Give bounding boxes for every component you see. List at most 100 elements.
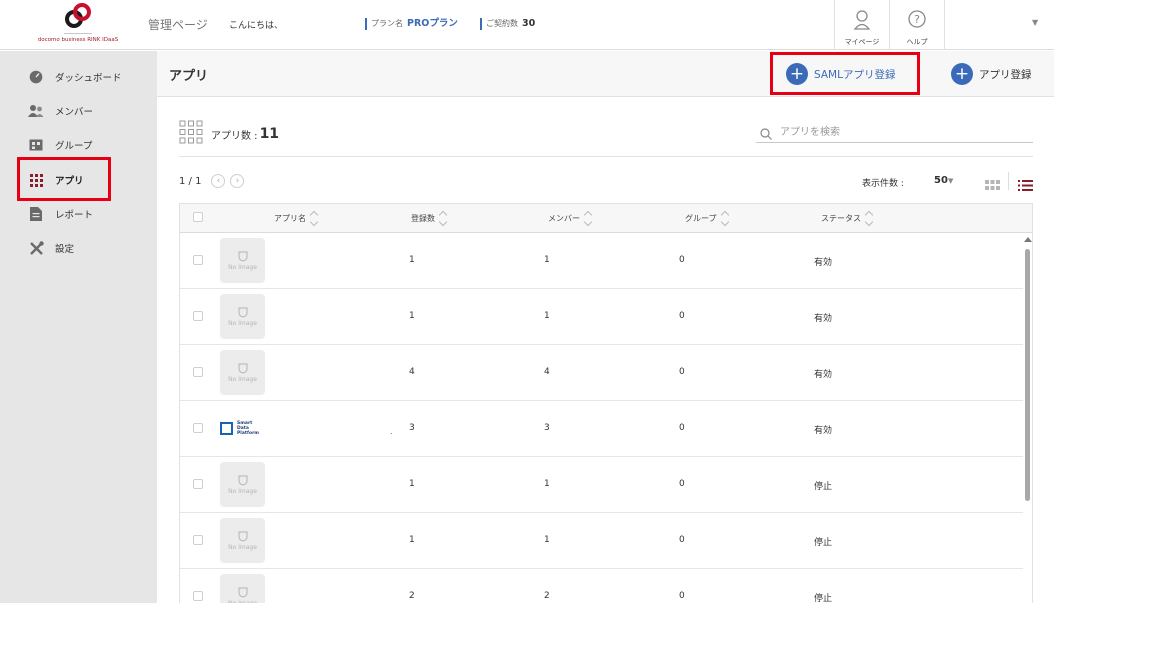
status-cell: 停止	[814, 538, 833, 548]
view-toggle-divider	[1008, 172, 1009, 190]
row-checkbox[interactable]	[193, 255, 203, 265]
table-header: アプリ名 登録数 メンバー グループ ステータス	[180, 204, 1032, 233]
sidebar-item-groups[interactable]: グループ	[28, 135, 92, 155]
scrollbar-thumb[interactable]	[1025, 249, 1030, 501]
sidebar-item-apps[interactable]: アプリ	[28, 170, 84, 190]
help-button[interactable]: ? ヘルプ	[889, 0, 944, 50]
sidebar-item-label: 設定	[55, 244, 75, 255]
table-row[interactable]: No Image 4 4 0 有効	[180, 345, 1023, 401]
shield-icon	[238, 363, 247, 374]
list-view-toggle[interactable]	[1018, 176, 1033, 195]
grid-view-toggle[interactable]	[985, 176, 1000, 195]
prev-page-button[interactable]: ‹	[211, 174, 226, 188]
saml-app-register-button[interactable]: + SAMLアプリ登録	[786, 62, 895, 86]
column-header-members[interactable]: メンバー	[548, 212, 593, 225]
row-checkbox[interactable]	[193, 535, 203, 545]
apps-grid-icon	[28, 172, 44, 188]
column-header-registered[interactable]: 登録数	[411, 212, 448, 225]
members-cell: 1	[544, 311, 550, 321]
svg-text:?: ?	[914, 13, 920, 26]
admin-page-label: 管理ページ	[148, 18, 208, 32]
settings-tools-icon	[28, 240, 44, 256]
chevron-down-icon[interactable]: ▼	[948, 177, 953, 185]
registered-cell: 1	[409, 255, 415, 265]
app-register-button[interactable]: + アプリ登録	[951, 62, 1032, 86]
table-body: No Image 1 1 0 有効 No Image 1 1 0 有効 No I…	[180, 233, 1023, 603]
no-image-text: No Image	[228, 543, 257, 551]
members-icon	[28, 103, 44, 119]
status-cell: 有効	[814, 314, 833, 324]
column-header-label: ステータス	[821, 214, 861, 223]
column-header-label: アプリ名	[274, 214, 306, 223]
column-header-status[interactable]: ステータス	[821, 212, 874, 225]
sidebar	[0, 51, 157, 603]
help-label: ヘルプ	[906, 38, 928, 46]
page-title: アプリ	[169, 69, 209, 84]
row-checkbox[interactable]	[193, 311, 203, 321]
select-all-checkbox[interactable]	[193, 212, 203, 222]
sidebar-item-dashboard[interactable]: ダッシュボード	[28, 67, 122, 87]
chevron-right-icon: ›	[235, 176, 240, 186]
per-page-select[interactable]: 50	[934, 175, 948, 186]
table-row[interactable]: No Image 1 1 0 有効	[180, 233, 1023, 289]
groups-cell: 0	[679, 535, 685, 545]
sidebar-item-reports[interactable]: レポート	[28, 204, 93, 224]
apps-table: アプリ名 登録数 メンバー グループ ステータス No Image 1 1 0 …	[179, 203, 1033, 603]
row-checkbox[interactable]	[193, 423, 203, 433]
plus-icon: +	[951, 63, 973, 85]
app-logo-thumbnail: Smart Data Platform	[220, 406, 265, 451]
column-header-groups[interactable]: グループ	[685, 212, 730, 225]
shield-icon	[238, 251, 247, 262]
table-row[interactable]: Smart Data Platform . 3 3 0 有効	[180, 401, 1023, 457]
pagination: 1 / 1 ‹ ›	[179, 174, 245, 188]
status-cell: 停止	[814, 482, 833, 492]
sort-icon	[721, 212, 730, 225]
members-cell: 1	[544, 479, 550, 489]
groups-cell: 0	[679, 311, 685, 321]
list-view-icon	[1018, 180, 1033, 191]
no-image-thumbnail: No Image	[220, 238, 265, 283]
logo-text-line: Platform	[237, 431, 259, 436]
status-cell: 有効	[814, 258, 833, 268]
shield-icon	[238, 587, 247, 598]
app-count-value: 11	[259, 126, 280, 142]
brand-logo[interactable]: docomo business RINK IDaaS	[28, 2, 128, 46]
mypage-label: マイページ	[844, 38, 880, 46]
chevron-down-icon[interactable]: ▼	[1032, 18, 1038, 27]
shield-icon	[238, 531, 247, 542]
top-header: docomo business RINK IDaaS 管理ページ こんにちは、 …	[0, 0, 1054, 50]
scroll-up-arrow-icon[interactable]	[1024, 237, 1032, 242]
app-count-label: アプリ数 :	[211, 130, 258, 142]
members-cell: 2	[544, 591, 550, 601]
sidebar-item-members[interactable]: メンバー	[28, 101, 93, 121]
row-checkbox[interactable]	[193, 479, 203, 489]
row-checkbox[interactable]	[193, 591, 203, 601]
members-cell: 4	[544, 367, 550, 377]
search-input[interactable]	[778, 123, 1032, 141]
section-divider	[179, 156, 1033, 157]
table-row[interactable]: No Image 1 1 0 有効	[180, 289, 1023, 345]
logo-square-icon	[220, 422, 233, 435]
plus-icon: +	[786, 63, 808, 85]
registered-cell: 1	[409, 311, 415, 321]
table-scrollbar[interactable]	[1023, 233, 1032, 603]
column-header-app-name[interactable]: アプリ名	[274, 212, 319, 225]
user-icon	[853, 9, 871, 35]
smart-data-platform-logo: Smart Data Platform	[220, 421, 259, 436]
logo-divider	[64, 33, 92, 34]
row-checkbox[interactable]	[193, 367, 203, 377]
plan-label: プラン名	[371, 19, 403, 28]
no-image-text: No Image	[228, 599, 257, 604]
table-row[interactable]: No Image 1 1 0 停止	[180, 457, 1023, 513]
sidebar-item-settings[interactable]: 設定	[28, 238, 74, 258]
registered-cell: 2	[409, 591, 415, 601]
next-page-button[interactable]: ›	[230, 174, 245, 188]
search-box	[756, 121, 1033, 143]
table-row[interactable]: No Image 1 1 0 停止	[180, 513, 1023, 569]
group-icon	[28, 137, 44, 153]
mypage-button[interactable]: マイページ	[834, 0, 889, 50]
table-row[interactable]: No Image 2 2 0 停止	[180, 569, 1023, 603]
column-header-label: 登録数	[411, 214, 435, 223]
no-image-thumbnail: No Image	[220, 518, 265, 563]
plan-value: PROプラン	[407, 18, 458, 29]
